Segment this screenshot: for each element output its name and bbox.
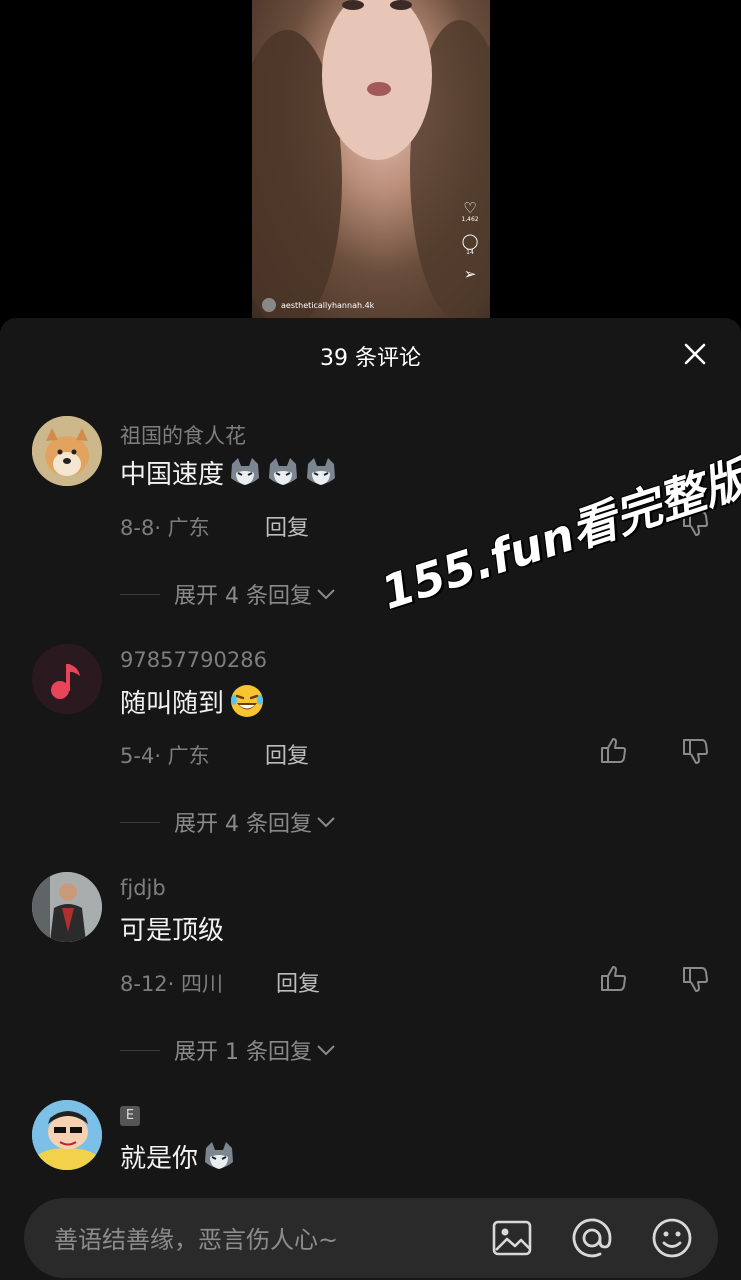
comment-meta: 5-4· 广东 bbox=[120, 744, 210, 768]
reply-button[interactable]: 回复 bbox=[276, 966, 320, 998]
chevron-down-icon bbox=[317, 1045, 335, 1056]
video-side-actions: ♡ 1,462 ◯ 14 ➢ bbox=[460, 200, 480, 282]
comment-username[interactable]: fjdjb bbox=[120, 876, 166, 900]
expand-replies-label: 展开 4 条回复 bbox=[174, 584, 312, 609]
expand-replies-label: 展开 4 条回复 bbox=[174, 812, 312, 837]
avatar[interactable] bbox=[32, 1100, 102, 1170]
reply-button[interactable]: 回复 bbox=[265, 510, 309, 542]
avatar bbox=[262, 298, 276, 312]
laughing-emoji-icon bbox=[231, 685, 264, 717]
comment-meta: 8-8· 广东 bbox=[120, 516, 210, 540]
avatar[interactable] bbox=[32, 644, 102, 714]
video-preview[interactable]: ♡ 1,462 ◯ 14 ➢ aestheticallyhannah.4k bbox=[252, 0, 490, 318]
comment-text: 就是你 bbox=[120, 1138, 236, 1175]
comment-icon[interactable]: ◯ bbox=[460, 233, 480, 249]
share-icon[interactable]: ➢ bbox=[460, 266, 480, 282]
comment-date: 8-12 bbox=[120, 972, 168, 996]
avatar[interactable] bbox=[32, 416, 102, 486]
reply-button[interactable]: 回复 bbox=[265, 738, 309, 770]
heart-icon[interactable]: ♡ bbox=[460, 200, 480, 216]
comment-location: 四川 bbox=[181, 972, 224, 996]
comment-text-body: 中国速度 bbox=[120, 460, 225, 490]
author-handle: aestheticallyhannah.4k bbox=[281, 300, 375, 310]
comment-count: 14 bbox=[466, 249, 474, 256]
expand-replies[interactable]: 展开 4 条回复 bbox=[120, 578, 336, 610]
comment-text-body: 随叫随到 bbox=[120, 688, 225, 719]
cat-emoji-icon bbox=[205, 1141, 234, 1169]
image-icon[interactable] bbox=[490, 1216, 534, 1260]
close-icon[interactable] bbox=[683, 342, 707, 366]
thumbs-down-icon[interactable] bbox=[680, 736, 710, 766]
comment-text: 可是顶级 bbox=[120, 910, 224, 947]
divider bbox=[120, 593, 160, 595]
cat-emoji-icon bbox=[231, 457, 260, 485]
thumbs-down-icon[interactable] bbox=[680, 964, 710, 994]
comment-date: 5-4 bbox=[120, 744, 155, 768]
cat-emoji-icon bbox=[269, 457, 298, 485]
like-count: 1,462 bbox=[461, 216, 479, 223]
comment-sheet: 39 条评论 祖国的食人花 中国速度 8-8· 广东 回复 展开 4 条回复 9… bbox=[0, 318, 741, 1280]
thumbs-up-icon[interactable] bbox=[598, 964, 628, 994]
chevron-down-icon bbox=[317, 817, 335, 828]
avatar[interactable] bbox=[32, 872, 102, 942]
sheet-title: 39 条评论 bbox=[320, 346, 421, 371]
comment-input-placeholder: 善语结善缘，恶言伤人心~ bbox=[54, 1226, 339, 1254]
comment-location: 广东 bbox=[167, 744, 210, 768]
comment-username[interactable]: 97857790286 bbox=[120, 648, 267, 672]
chevron-down-icon bbox=[317, 589, 335, 600]
comment-text: 随叫随到 bbox=[120, 682, 266, 720]
comment-username[interactable]: 祖国的食人花 bbox=[120, 420, 246, 450]
expand-replies-label: 展开 1 条回复 bbox=[174, 1040, 312, 1065]
expand-replies[interactable]: 展开 4 条回复 bbox=[120, 806, 336, 838]
emoji-icon[interactable] bbox=[650, 1216, 694, 1260]
comment-input[interactable]: 善语结善缘，恶言伤人心~ bbox=[24, 1198, 718, 1278]
comment-text-body: 就是你 bbox=[120, 1144, 199, 1174]
divider bbox=[120, 821, 160, 823]
at-icon[interactable] bbox=[570, 1216, 614, 1260]
comment-text-body: 可是顶级 bbox=[120, 916, 225, 946]
cat-emoji-icon bbox=[307, 457, 336, 485]
user-badge: E bbox=[120, 1106, 140, 1126]
comment-text: 中国速度 bbox=[120, 454, 338, 491]
comment-meta: 8-12· 四川 bbox=[120, 972, 224, 996]
video-author[interactable]: aestheticallyhannah.4k bbox=[262, 298, 374, 312]
comment-location: 广东 bbox=[167, 516, 210, 540]
comment-date: 8-8 bbox=[120, 516, 155, 540]
divider bbox=[120, 1049, 160, 1051]
expand-replies[interactable]: 展开 1 条回复 bbox=[120, 1034, 336, 1066]
thumbs-up-icon[interactable] bbox=[598, 736, 628, 766]
